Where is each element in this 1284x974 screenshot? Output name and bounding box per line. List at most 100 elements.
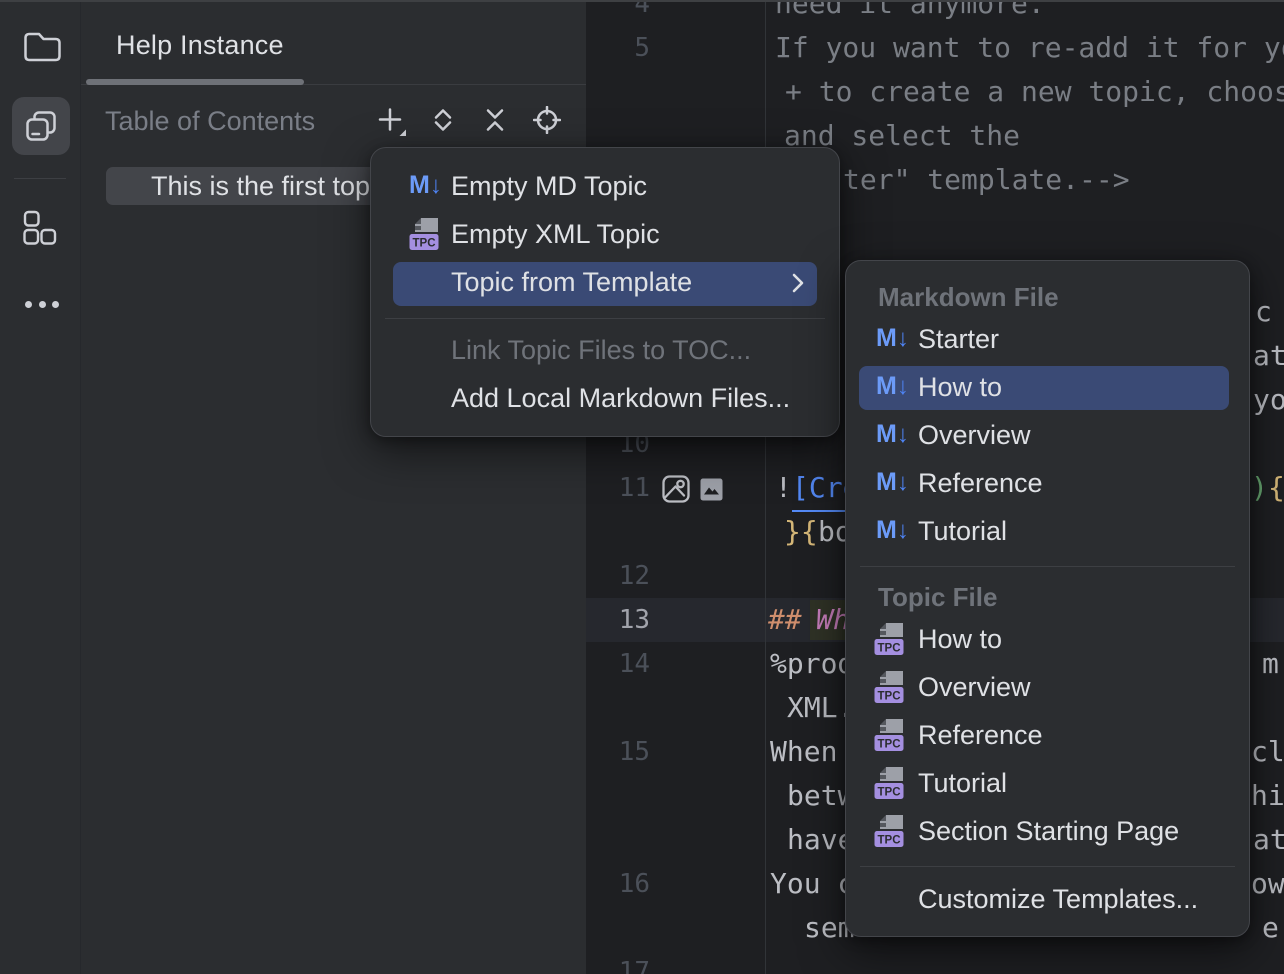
activity-bar-divider — [14, 178, 66, 179]
menu-item-link-topic-files-to-toc[interactable]: Link Topic Files to TOC... — [371, 327, 839, 375]
image-preview-outline-icon[interactable] — [661, 474, 691, 504]
submenu-item-reference[interactable]: TPC Reference — [846, 712, 1249, 760]
menu-item-topic-from-template[interactable]: Topic from Template — [371, 259, 839, 307]
submenu-item-customize-templates[interactable]: Customize Templates... — [846, 876, 1249, 924]
submenu-item-label: Section Starting Page — [918, 816, 1179, 847]
submenu-item-section-starting-page[interactable]: TPC Section Starting Page — [846, 808, 1249, 856]
submenu-section-topic-file: Topic File — [846, 576, 1249, 616]
editor-text-fragment: need it anymore. — [775, 0, 1045, 26]
submenu-item-label: Starter — [918, 324, 999, 355]
markdown-file-icon: M↓ — [876, 324, 909, 353]
line-number-15: 15 — [586, 730, 650, 774]
editor-text-fragment: you — [1253, 378, 1284, 422]
svg-text:TPC: TPC — [878, 691, 901, 703]
locate-opened-file-icon[interactable] — [533, 106, 561, 134]
editor-text-fragment: ## — [768, 598, 802, 642]
activity-bar — [0, 2, 81, 974]
editor-text-fragment: at — [1253, 334, 1284, 378]
menu-item-add-local-markdown-files[interactable]: Add Local Markdown Files... — [371, 375, 839, 423]
submenu-separator — [860, 866, 1235, 867]
submenu-item-overview[interactable]: M↓ Overview — [846, 412, 1249, 460]
submenu-item-starter[interactable]: M↓ Starter — [846, 316, 1249, 364]
svg-text:TPC: TPC — [413, 238, 436, 250]
copies-icon[interactable] — [23, 108, 59, 144]
line-number-17: 17 — [586, 950, 650, 974]
editor-text-fragment: If you want to re-add it for your — [775, 26, 1284, 70]
submenu-item-tutorial[interactable]: TPC Tutorial — [846, 760, 1249, 808]
structure-icon[interactable] — [23, 210, 57, 246]
topic-file-icon: TPC — [874, 719, 905, 752]
submenu-item-how-to[interactable]: M↓How to — [846, 364, 1249, 412]
line-number-11: 11 — [586, 466, 650, 510]
editor-text-fragment: When — [770, 730, 837, 774]
topic-file-icon: TPC — [874, 815, 905, 848]
submenu-item-label: Tutorial — [918, 768, 1007, 799]
editor-text-fragment: ! — [775, 466, 792, 510]
editor-text-fragment: c — [1255, 290, 1272, 334]
image-thumbnail-icon[interactable] — [700, 478, 723, 501]
submenu-item-how-to[interactable]: TPC How to — [846, 616, 1249, 664]
menu-item-label: Link Topic Files to TOC... — [451, 335, 751, 366]
topic-file-icon: TPC — [409, 218, 440, 251]
line-number-14: 14 — [586, 642, 650, 686]
toc-tree-item-label: This is the first topic — [151, 171, 390, 202]
editor-text-fragment: his — [1251, 774, 1284, 818]
submenu-item-label: Customize Templates... — [918, 884, 1198, 915]
active-tab-underline — [86, 79, 304, 85]
editor-text-fragment: cl — [1251, 730, 1284, 774]
submenu-item-label: How to — [918, 624, 1002, 655]
more-tool-windows-icon[interactable] — [25, 301, 59, 308]
expand-all-icon[interactable] — [429, 106, 457, 134]
topic-file-icon: TPC — [874, 623, 905, 656]
submenu-section-markdown-file: Markdown File — [846, 276, 1249, 316]
submenu-item-label: Reference — [918, 468, 1043, 499]
line-number-4: 4 — [586, 0, 650, 26]
editor-text-fragment: ow — [1251, 862, 1284, 906]
topic-file-icon: TPC — [874, 671, 905, 704]
menu-item-label: Topic from Template — [451, 267, 692, 298]
submenu-separator — [860, 566, 1235, 567]
submenu-item-label: Overview — [918, 420, 1031, 451]
submenu-item-tutorial[interactable]: M↓ Tutorial — [846, 508, 1249, 556]
editor-text-fragment: { — [1268, 466, 1284, 510]
submenu-item-reference[interactable]: M↓Reference — [846, 460, 1249, 508]
markdown-file-icon: M↓ — [876, 516, 909, 545]
editor-text-fragment: %prod — [770, 642, 854, 686]
line-number-16: 16 — [586, 862, 650, 906]
line-number-13: 13 — [586, 598, 650, 642]
menu-item-empty-md-topic[interactable]: M↓ Empty MD Topic — [371, 163, 839, 211]
editor-text-fragment: at — [1253, 818, 1284, 862]
editor-text-fragment: ter" template.--> — [843, 158, 1130, 202]
submenu-section-header: Markdown File — [878, 282, 1059, 313]
menu-item-label: Empty XML Topic — [451, 219, 660, 250]
add-topic-context-menu: M↓ Empty MD Topic TPC Empty XML Topic Topi… — [370, 147, 840, 437]
submenu-item-label: How to — [918, 372, 1002, 403]
editor-text-fragment: ) — [1251, 466, 1268, 510]
submenu-chevron-icon — [791, 272, 805, 294]
editor-text-fragment: m — [1262, 642, 1279, 686]
submenu-item-label: Overview — [918, 672, 1031, 703]
toc-header-label: Table of Contents — [105, 106, 315, 137]
svg-text:TPC: TPC — [878, 787, 901, 799]
menu-separator — [385, 318, 825, 319]
ide-window: 451011121314151617 need it anymore.If yo… — [0, 0, 1284, 974]
line-number-5: 5 — [586, 26, 650, 70]
submenu-item-label: Tutorial — [918, 516, 1007, 547]
folder-icon[interactable] — [21, 28, 61, 66]
editor-text-fragment: }{ — [784, 510, 818, 554]
svg-text:TPC: TPC — [878, 835, 901, 847]
menu-item-label: Empty MD Topic — [451, 171, 647, 202]
collapse-all-icon[interactable] — [481, 106, 509, 134]
markdown-file-icon: M↓ — [876, 420, 909, 449]
submenu-selection-highlight — [859, 366, 1229, 410]
markdown-file-icon: M↓ — [409, 171, 442, 200]
editor-text-fragment: You c — [770, 862, 854, 906]
menu-item-empty-xml-topic[interactable]: TPC Empty XML Topic — [371, 211, 839, 259]
editor-text-fragment: e — [1262, 906, 1279, 950]
add-topic-icon[interactable] — [376, 106, 408, 138]
svg-text:TPC: TPC — [878, 739, 901, 751]
submenu-item-overview[interactable]: TPC Overview — [846, 664, 1249, 712]
tool-window-title[interactable]: Help Instance — [116, 30, 284, 61]
topic-from-template-submenu: Markdown FileM↓StarterM↓How toM↓Overview… — [845, 260, 1250, 937]
editor-text-fragment: + to create a new topic, choose — [785, 70, 1284, 114]
